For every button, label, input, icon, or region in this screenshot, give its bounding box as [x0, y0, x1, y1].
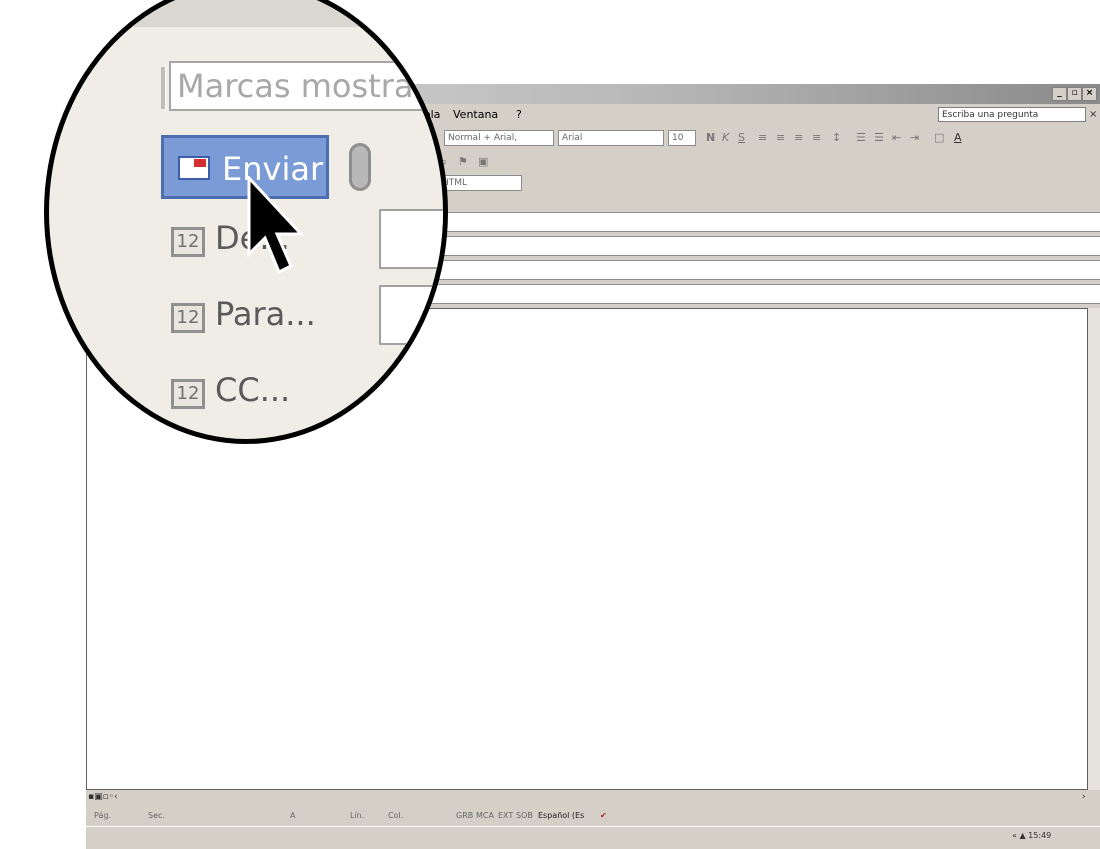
menu-help[interactable]: ? — [516, 108, 522, 121]
to-field-magnified[interactable] — [379, 285, 443, 345]
align-left-icon[interactable]: ≡ — [758, 131, 767, 144]
status-at: A — [290, 811, 296, 820]
justify-icon[interactable]: ≡ — [812, 131, 821, 144]
bold-icon[interactable]: N — [706, 131, 715, 144]
message-format-select[interactable]: HTML — [438, 175, 522, 191]
line-spacing-icon[interactable]: ↕ — [832, 131, 841, 144]
from-field-magnified[interactable] — [379, 209, 443, 269]
status-column: Col. — [388, 811, 404, 820]
status-ext: EXT — [498, 811, 514, 820]
status-bar: Pág. Sec. A Lín. Col. GRB MCA EXT SOB Es… — [86, 806, 1100, 826]
flag-icon[interactable]: ⚑ — [458, 155, 468, 168]
paperclip-icon[interactable] — [349, 143, 371, 191]
italic-icon[interactable]: K — [722, 131, 729, 144]
to-field[interactable] — [431, 236, 1100, 256]
font-select[interactable]: Arial — [558, 130, 664, 146]
arrow-cursor-icon — [247, 176, 305, 275]
numbered-list-icon[interactable]: ☰ — [856, 131, 866, 144]
options-icon[interactable]: ▣ — [478, 155, 488, 168]
magnified-toolbar — [49, 0, 443, 27]
tray-arrow-icon[interactable]: « — [1012, 831, 1017, 840]
align-right-icon[interactable]: ≡ — [794, 131, 803, 144]
status-line: Lín. — [350, 811, 365, 820]
cc-field[interactable] — [431, 260, 1100, 280]
ask-question-box[interactable]: Escriba una pregunta — [938, 107, 1086, 122]
from-field[interactable] — [431, 212, 1100, 232]
taskbar: « ▲ 15:49 — [86, 826, 1100, 849]
view-buttons-icon[interactable]: ▪▣▫◦‹ — [88, 792, 118, 802]
scroll-right-icon[interactable]: › — [1082, 792, 1086, 802]
clock: 15:49 — [1028, 831, 1052, 840]
address-book-icon: 12 — [171, 379, 205, 409]
status-mca: MCA — [476, 811, 494, 820]
minimize-button[interactable]: _ — [1052, 87, 1067, 101]
system-tray: « ▲ 15:49 — [1012, 831, 1100, 847]
vertical-scrollbar[interactable] — [1088, 308, 1100, 790]
close-document-icon[interactable]: × — [1089, 109, 1097, 120]
font-size-select[interactable]: 10 — [668, 130, 696, 146]
increase-indent-icon[interactable]: ⇥ — [910, 131, 919, 144]
spelling-icon[interactable]: ✔ — [600, 811, 607, 820]
horizontal-scrollbar[interactable]: ▪▣▫◦‹ › — [86, 790, 1100, 806]
status-page: Pág. — [94, 811, 111, 820]
address-book-icon: 12 — [171, 227, 205, 257]
status-language: Español (Es — [538, 811, 585, 820]
to-button[interactable]: Para... — [215, 295, 316, 333]
subject-field[interactable] — [431, 284, 1100, 304]
status-section: Sec. — [148, 811, 165, 820]
bullet-list-icon[interactable]: ☰ — [874, 131, 884, 144]
underline-icon[interactable]: S — [738, 131, 745, 144]
decrease-indent-icon[interactable]: ⇤ — [892, 131, 901, 144]
style-select[interactable]: Normal + Arial, — [444, 130, 554, 146]
envelope-send-icon — [178, 156, 210, 180]
status-sob: SOB — [516, 811, 533, 820]
maximize-button[interactable]: ▫ — [1067, 87, 1082, 101]
address-book-icon: 12 — [171, 303, 205, 333]
network-icon: ▲ — [1019, 831, 1026, 840]
align-center-icon[interactable]: ≡ — [776, 131, 785, 144]
status-grb: GRB — [456, 811, 474, 820]
cc-button[interactable]: CC... — [215, 371, 290, 409]
border-icon[interactable]: □ — [934, 131, 944, 144]
markup-display-select[interactable]: Marcas mostradas — [169, 61, 443, 111]
close-button[interactable]: × — [1082, 87, 1097, 101]
menu-window[interactable]: Ventana — [453, 108, 498, 121]
font-color-icon[interactable]: A — [954, 131, 962, 144]
toolbar-separator — [161, 67, 166, 109]
